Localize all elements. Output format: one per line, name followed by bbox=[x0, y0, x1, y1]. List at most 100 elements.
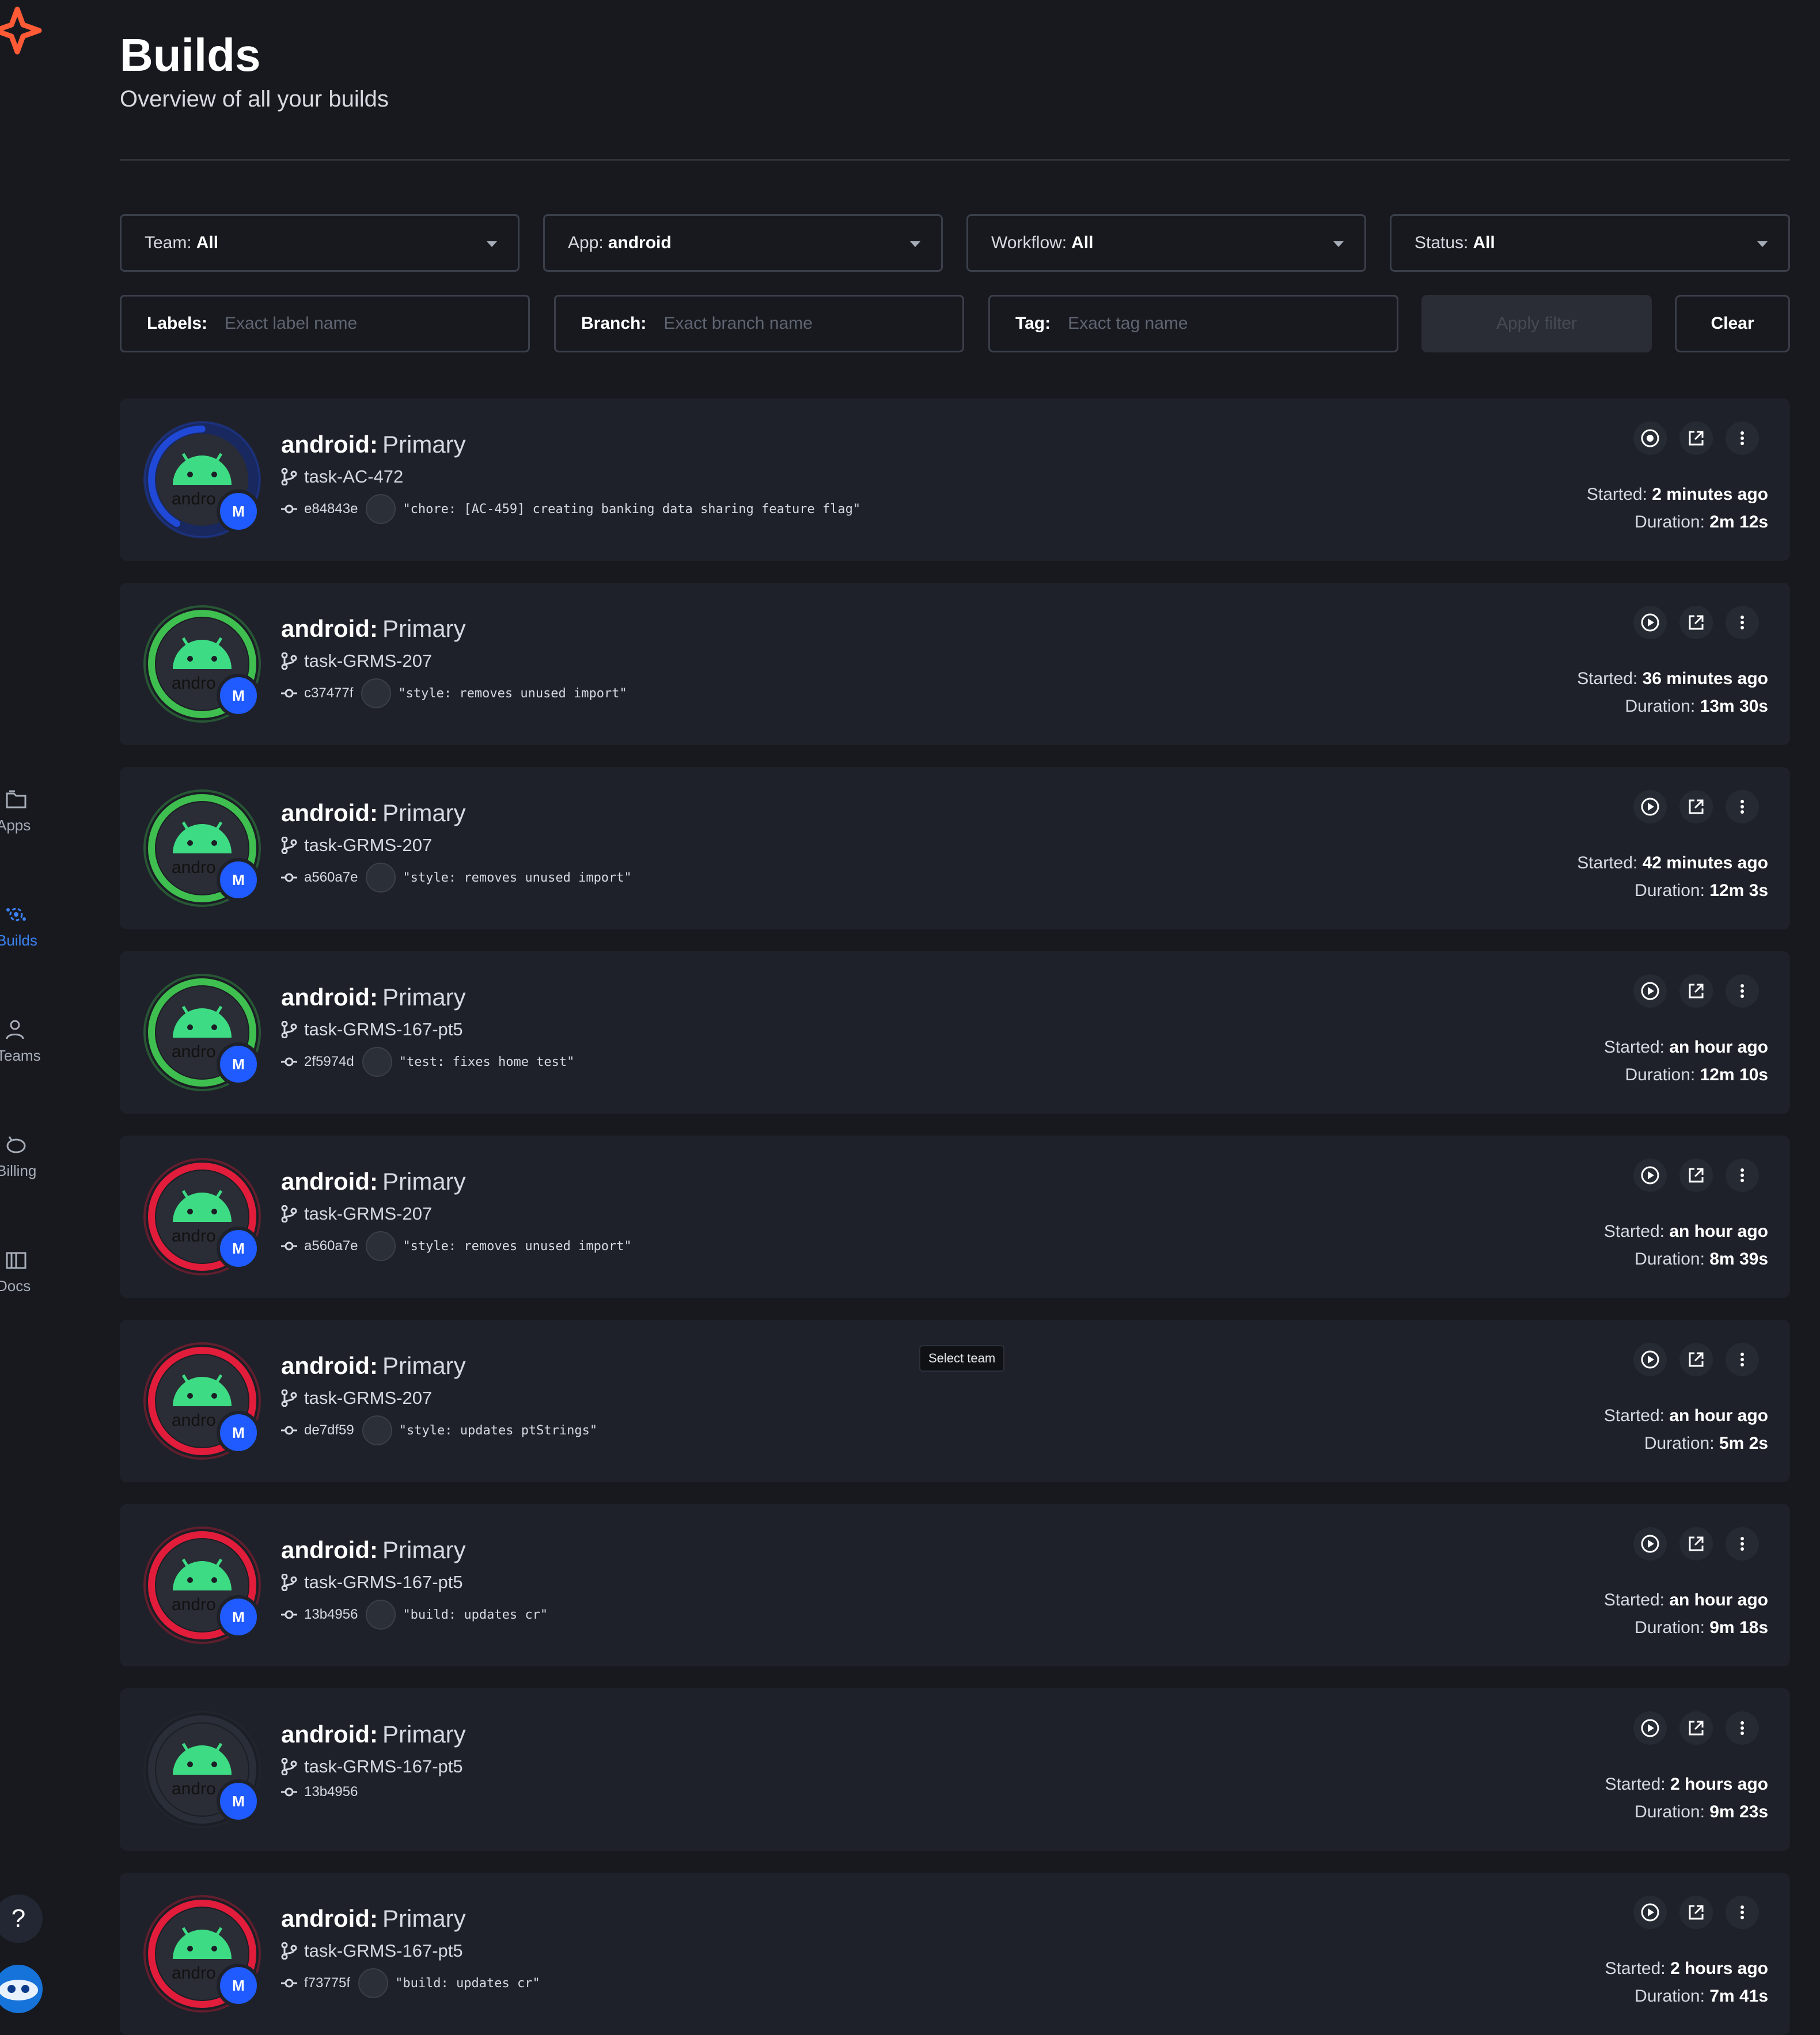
svg-text:andro: andro bbox=[172, 858, 216, 877]
started-value: 42 minutes ago bbox=[1642, 853, 1768, 872]
workflow-filter-select[interactable]: Workflow: All bbox=[966, 214, 1366, 272]
sidebar-item-docs[interactable]: Docs bbox=[0, 1244, 69, 1313]
build-branch: task-GRMS-167-pt5 bbox=[281, 1941, 463, 1961]
build-card[interactable]: andro Mandroid: Primary task-GRMS-167-pt5 13… bbox=[120, 1688, 1790, 1851]
commit-hash[interactable]: a560a7e bbox=[304, 1238, 358, 1254]
sidebar-item-apps[interactable]: Apps bbox=[0, 783, 69, 852]
build-duration: Duration: 9m 23s bbox=[1635, 1802, 1768, 1822]
labels-input[interactable] bbox=[223, 313, 503, 334]
more-options-button[interactable] bbox=[1726, 606, 1759, 639]
commit-hash[interactable]: 13b4956 bbox=[304, 1607, 358, 1623]
build-workflow-name: Primary bbox=[382, 1536, 466, 1563]
tag-input[interactable] bbox=[1067, 313, 1371, 334]
open-external-button[interactable] bbox=[1679, 790, 1713, 823]
open-external-button[interactable] bbox=[1679, 1527, 1713, 1561]
build-branch-name[interactable]: task-GRMS-207 bbox=[304, 835, 432, 856]
build-branch-name[interactable]: task-GRMS-207 bbox=[304, 1203, 432, 1224]
branch-input[interactable] bbox=[662, 313, 937, 334]
more-options-button[interactable] bbox=[1726, 790, 1759, 823]
more-options-button[interactable] bbox=[1726, 1896, 1759, 1929]
duration-value: 7m 41s bbox=[1709, 1987, 1768, 2006]
open-external-button[interactable] bbox=[1679, 974, 1713, 1008]
kebab-menu-icon bbox=[1732, 1165, 1752, 1185]
open-external-button[interactable] bbox=[1679, 1711, 1713, 1745]
rebuild-button[interactable] bbox=[1633, 1896, 1667, 1929]
user-initial-badge: M bbox=[217, 1964, 260, 2007]
app-logo-icon[interactable] bbox=[0, 5, 46, 56]
build-workflow-name: Primary bbox=[382, 431, 466, 458]
rebuild-button[interactable] bbox=[1633, 1343, 1667, 1376]
more-options-button[interactable] bbox=[1726, 422, 1759, 455]
committer-avatar bbox=[366, 1231, 396, 1261]
build-status-avatar: andro M bbox=[143, 605, 261, 723]
build-card[interactable]: andro Mandroid: Primary task-GRMS-207 a560a7… bbox=[120, 1136, 1790, 1298]
open-external-button[interactable] bbox=[1679, 606, 1713, 639]
rebuild-button[interactable] bbox=[1633, 974, 1667, 1008]
build-card[interactable]: andro M android: Primary task-GRMS-167-pt5 13… bbox=[120, 1504, 1790, 1666]
more-options-button[interactable] bbox=[1726, 1527, 1759, 1561]
kebab-menu-icon bbox=[1732, 613, 1752, 632]
duration-value: 12m 10s bbox=[1700, 1065, 1768, 1084]
builds-icon bbox=[3, 902, 29, 927]
build-status-avatar: andro M bbox=[143, 1526, 261, 1645]
duration-value: 9m 23s bbox=[1709, 1802, 1768, 1821]
commit-hash[interactable]: 13b4956 bbox=[304, 1784, 358, 1800]
build-card[interactable]: andro Mandroid: Primary task-GRMS-167-pt5 2f… bbox=[120, 951, 1790, 1114]
committer-avatar bbox=[358, 1968, 389, 1998]
rebuild-button[interactable] bbox=[1633, 1711, 1667, 1745]
sidebar-item-teams[interactable]: Teams bbox=[0, 1013, 69, 1083]
build-branch-name[interactable]: task-AC-472 bbox=[304, 466, 403, 487]
more-options-button[interactable] bbox=[1726, 1159, 1759, 1192]
team-filter-select[interactable]: Team: All bbox=[120, 214, 520, 272]
git-commit-icon bbox=[281, 1241, 297, 1251]
open-external-button[interactable] bbox=[1679, 1159, 1713, 1192]
sidebar-item-builds[interactable]: Builds bbox=[0, 898, 69, 967]
build-card[interactable]: andro Mandroid: Primary task-GRMS-207 c37477… bbox=[120, 583, 1790, 745]
git-branch-icon bbox=[281, 652, 297, 670]
build-card[interactable]: andro Mandroid: Primary task-GRMS-207 de7df5… bbox=[120, 1320, 1790, 1482]
build-app-name: android: bbox=[281, 1536, 378, 1563]
more-options-button[interactable] bbox=[1726, 1343, 1759, 1376]
status-filter-select[interactable]: Status: All bbox=[1390, 214, 1790, 272]
build-card[interactable]: andro Mandroid: Primary task-GRMS-167-pt5 f7… bbox=[120, 1873, 1790, 2035]
build-branch-name[interactable]: task-GRMS-207 bbox=[304, 1388, 432, 1408]
open-external-button[interactable] bbox=[1679, 1343, 1713, 1376]
app-filter-select[interactable]: App: android bbox=[543, 214, 943, 272]
build-actions bbox=[1633, 1711, 1759, 1745]
commit-hash[interactable]: c37477f bbox=[304, 685, 353, 701]
commit-hash[interactable]: de7df59 bbox=[304, 1422, 354, 1438]
build-branch-name[interactable]: task-GRMS-167-pt5 bbox=[304, 1572, 463, 1593]
user-initial-badge: M bbox=[217, 489, 260, 533]
rebuild-button[interactable] bbox=[1633, 1527, 1667, 1561]
rebuild-button[interactable] bbox=[1633, 1159, 1667, 1192]
user-avatar[interactable] bbox=[0, 1965, 43, 2013]
build-branch-name[interactable]: task-GRMS-167-pt5 bbox=[304, 1019, 463, 1040]
rebuild-button[interactable] bbox=[1633, 606, 1667, 639]
build-branch-name[interactable]: task-GRMS-207 bbox=[304, 651, 432, 671]
external-link-icon bbox=[1686, 1534, 1706, 1554]
duration-label: Duration: bbox=[1644, 1434, 1715, 1453]
play-icon bbox=[1640, 1718, 1660, 1738]
open-external-button[interactable] bbox=[1679, 1896, 1713, 1929]
more-options-button[interactable] bbox=[1726, 974, 1759, 1008]
stop-build-button[interactable] bbox=[1633, 422, 1667, 455]
build-card[interactable]: andro Mandroid: Primary task-GRMS-207 a560a7… bbox=[120, 767, 1790, 929]
duration-value: 8m 39s bbox=[1709, 1250, 1768, 1269]
clear-button[interactable]: Clear bbox=[1675, 295, 1790, 352]
committer-avatar bbox=[361, 678, 392, 708]
commit-hash[interactable]: f73775f bbox=[304, 1975, 350, 1991]
started-label: Started: bbox=[1577, 669, 1638, 688]
commit-hash[interactable]: 2f5974d bbox=[304, 1054, 354, 1070]
apply-filter-button[interactable]: Apply filter bbox=[1421, 295, 1652, 352]
commit-hash[interactable]: e84843e bbox=[304, 501, 358, 517]
sidebar-item-billing[interactable]: Billing bbox=[0, 1129, 69, 1198]
help-button[interactable]: ? bbox=[0, 1894, 43, 1943]
rebuild-button[interactable] bbox=[1633, 790, 1667, 823]
duration-value: 13m 30s bbox=[1700, 697, 1768, 716]
open-external-button[interactable] bbox=[1679, 422, 1713, 455]
build-branch-name[interactable]: task-GRMS-167-pt5 bbox=[304, 1756, 463, 1777]
commit-hash[interactable]: a560a7e bbox=[304, 870, 358, 886]
build-card[interactable]: andro Mandroid: Primary task-AC-472 e84843e "… bbox=[120, 398, 1790, 561]
build-branch-name[interactable]: task-GRMS-167-pt5 bbox=[304, 1941, 463, 1961]
more-options-button[interactable] bbox=[1726, 1711, 1759, 1745]
